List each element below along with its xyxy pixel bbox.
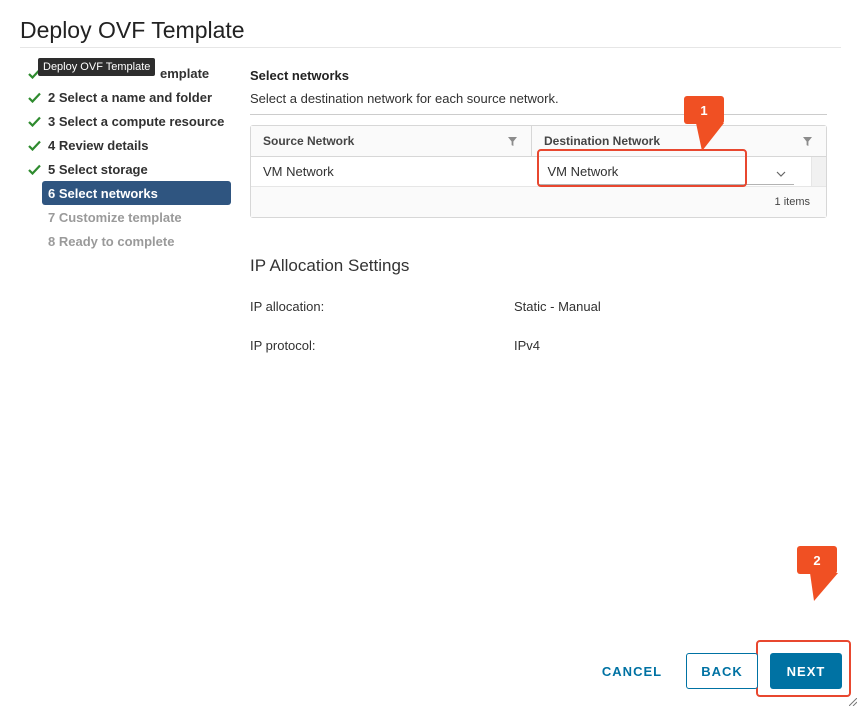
chevron-down-icon: [776, 167, 786, 177]
section-title: Select networks: [250, 68, 349, 83]
column-header-destination-label: Destination Network: [544, 134, 661, 148]
section-divider: [250, 114, 827, 115]
step-2[interactable]: 2 Select a name and folder: [26, 85, 236, 109]
item-count: 1 items: [774, 196, 810, 208]
back-button[interactable]: BACK: [686, 653, 758, 689]
step-3-label: 3 Select a compute resource: [48, 113, 225, 129]
cancel-button[interactable]: CANCEL: [592, 653, 672, 689]
ip-allocation-label: IP allocation:: [250, 299, 325, 314]
checkmark-icon: [26, 89, 42, 105]
step-7-label: 7 Customize template: [48, 209, 182, 225]
step-3[interactable]: 3 Select a compute resource: [26, 109, 236, 133]
step-2-label: 2 Select a name and folder: [48, 89, 213, 105]
deploy-ovf-dialog: Deploy OVF Template emplate 2 Select a n…: [0, 0, 861, 709]
step-8: 8 Ready to complete: [48, 229, 236, 253]
step-8-label: 8 Ready to complete: [48, 233, 175, 249]
step-6-active[interactable]: 6 Select networks: [42, 181, 231, 205]
main-panel: Select networks Select a destination net…: [250, 68, 828, 115]
grid-scrollbar[interactable]: [811, 157, 826, 186]
step-7: 7 Customize template: [48, 205, 236, 229]
wizard-steps: emplate 2 Select a name and folder 3 Sel…: [26, 61, 236, 253]
checkmark-icon: [26, 113, 42, 129]
section-description: Select a destination network for each so…: [250, 91, 559, 106]
source-network-cell: VM Network: [263, 164, 334, 179]
callout-pointer-1: [696, 123, 724, 151]
step-6-label: 6 Select networks: [48, 185, 158, 201]
ip-allocation-value: Static - Manual: [514, 299, 601, 314]
checkmark-icon: [26, 137, 42, 153]
step-5[interactable]: 5 Select storage: [26, 157, 236, 181]
callout-badge-2: 2: [797, 546, 837, 574]
step-5-label: 5 Select storage: [48, 161, 148, 177]
column-header-source-label: Source Network: [263, 134, 355, 148]
title-divider: [20, 47, 841, 48]
step-4-label: 4 Review details: [48, 137, 149, 153]
step-tooltip: Deploy OVF Template: [38, 58, 156, 76]
resize-handle-icon[interactable]: [849, 698, 857, 706]
callout-badge-1: 1: [684, 96, 724, 124]
step-4[interactable]: 4 Review details: [26, 133, 236, 157]
highlight-box-destination: [537, 149, 747, 187]
callout-pointer-2: [810, 573, 838, 601]
filter-icon[interactable]: [802, 136, 812, 146]
checkmark-icon: [26, 161, 42, 177]
column-header-source[interactable]: Source Network: [251, 126, 532, 156]
next-button[interactable]: NEXT: [770, 653, 842, 689]
ip-protocol-label: IP protocol:: [250, 338, 316, 353]
filter-icon[interactable]: [507, 136, 517, 146]
dialog-title: Deploy OVF Template: [20, 17, 245, 43]
ip-protocol-value: IPv4: [514, 338, 541, 353]
grid-footer: 1 items: [251, 187, 826, 217]
ip-allocation-title: IP Allocation Settings: [250, 256, 410, 275]
